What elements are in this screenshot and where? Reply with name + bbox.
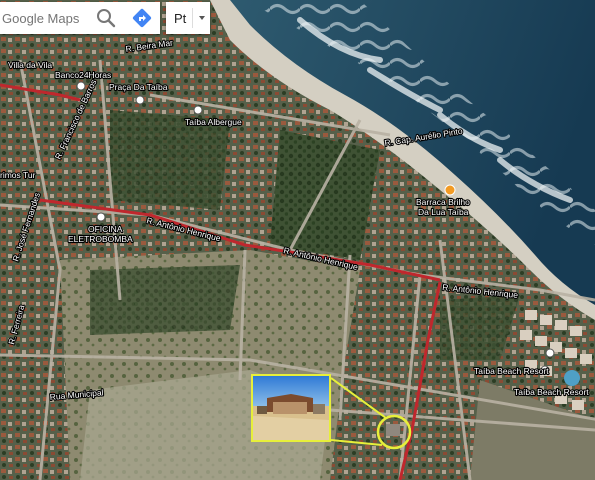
place-label-barraca-line2: Da Lua Taíba: [418, 207, 469, 217]
place-label-praca-da-taiba: Praça Da Taíba: [109, 82, 168, 92]
language-selector[interactable]: Pt: [166, 2, 210, 34]
search-input[interactable]: [0, 9, 96, 27]
place-label-vila-da-vila: Villa da Vila: [8, 60, 52, 70]
search-icon[interactable]: [94, 6, 118, 30]
highlighted-house: [386, 424, 400, 436]
place-label-oficina-line2: ELETROBOMBA: [68, 234, 133, 244]
resort-pool: [564, 370, 580, 386]
chevron-down-icon[interactable]: [199, 16, 205, 20]
place-label-barraca-line1: Barraca Brilho: [416, 197, 470, 207]
place-label-primos-tur: rimos Tur: [0, 170, 36, 180]
search-box: [0, 2, 160, 34]
photo-inset[interactable]: [251, 374, 331, 442]
house-photo: [253, 376, 329, 440]
place-label-taiba-albergue: Taíba Albergue: [185, 117, 242, 127]
tree-patch-1: [270, 130, 380, 260]
language-divider: [192, 8, 193, 28]
directions-icon[interactable]: [130, 6, 154, 30]
tree-patch-3: [90, 265, 240, 335]
place-label-taiba-beach-resort-1: Taíba Beach Resort: [474, 366, 549, 376]
place-label-banco24horas: Banco24Horas: [55, 70, 111, 80]
place-label-taiba-beach-resort-2: Taíba Beach Resort: [514, 387, 589, 397]
place-label-oficina-line1: OFICINA: [88, 224, 123, 234]
